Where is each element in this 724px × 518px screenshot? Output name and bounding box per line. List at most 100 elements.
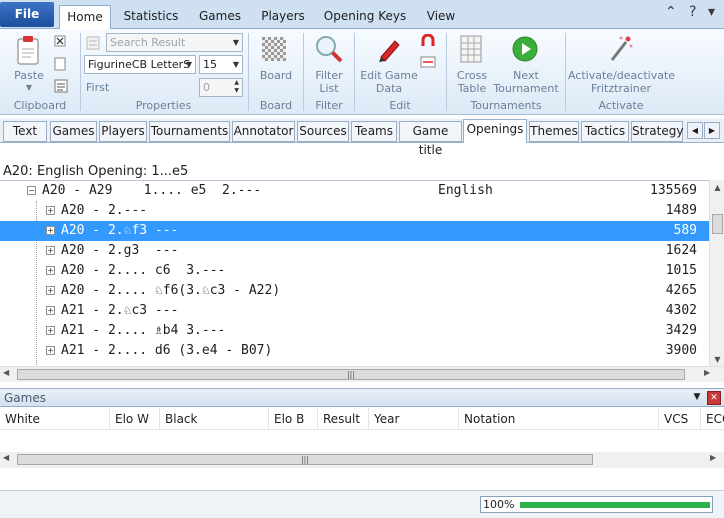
expand-icon[interactable]: +: [46, 286, 55, 295]
clipboard-list-icon[interactable]: [54, 79, 68, 96]
scroll-left-icon[interactable]: ◀: [3, 453, 9, 462]
clipboard-group-label: Clipboard: [13, 99, 67, 112]
tab-game-title[interactable]: Game title: [399, 121, 462, 157]
tab-tactics[interactable]: Tactics: [581, 121, 629, 142]
tree-row[interactable]: + A20 - 2.--- 1489: [0, 201, 709, 221]
tab-themes[interactable]: Themes: [529, 121, 579, 142]
edit-group-label: Edit: [389, 99, 411, 112]
cut-icon[interactable]: [54, 35, 66, 50]
edit-game-data-button[interactable]: Edit Game Data: [358, 69, 420, 95]
tree-row[interactable]: + A20 - 2.... ♘f6(3.♘c3 - A22) 4265: [0, 281, 709, 301]
tab-players[interactable]: Players: [99, 121, 147, 142]
expand-icon[interactable]: +: [46, 306, 55, 315]
help-icon[interactable]: ?: [689, 3, 696, 21]
scroll-up-icon[interactable]: ▲: [710, 180, 724, 195]
tab-teams[interactable]: Teams: [351, 121, 397, 142]
search-result-combo[interactable]: Search Result ▼: [106, 33, 243, 52]
search-result-icon: [86, 36, 100, 53]
paste-dropdown-icon[interactable]: ▼: [22, 81, 36, 94]
tree-row-count: 1015: [665, 263, 697, 278]
col-eco[interactable]: ECO: [701, 408, 724, 430]
col-black[interactable]: Black: [160, 408, 269, 430]
expand-icon[interactable]: +: [46, 226, 55, 235]
scroll-left-icon[interactable]: ◀: [3, 368, 9, 377]
close-icon[interactable]: ✕: [707, 391, 721, 405]
col-notation[interactable]: Notation: [459, 408, 659, 430]
tree-row[interactable]: + A20 - 2.g3 --- 1624: [0, 241, 709, 261]
tab-openings[interactable]: Openings: [463, 119, 527, 143]
expand-icon[interactable]: +: [46, 206, 55, 215]
tab-annotator[interactable]: Annotator: [232, 121, 295, 142]
col-year[interactable]: Year: [369, 408, 459, 430]
file-menu-button[interactable]: File: [0, 2, 54, 27]
edit-pencil-icon[interactable]: [375, 35, 403, 66]
database-tab-strip: Text Games Players Tournaments Annotator…: [0, 119, 724, 157]
expand-icon[interactable]: +: [46, 246, 55, 255]
tab-tournaments[interactable]: Tournaments: [149, 121, 230, 142]
tree-root-row[interactable]: − A20 - A29 1.... e5 2.--- English 13556…: [0, 181, 709, 201]
copy-icon[interactable]: [54, 57, 66, 74]
font-size-select[interactable]: 15 ▼: [199, 55, 243, 74]
cross-table-button[interactable]: Cross Table: [452, 69, 492, 95]
chevron-down-icon: ▼: [232, 38, 239, 47]
font-select[interactable]: FigurineCB LetterS ▼: [84, 55, 196, 74]
tab-sources[interactable]: Sources: [297, 121, 349, 142]
tab-statistics[interactable]: Statistics: [119, 5, 183, 29]
tab-games[interactable]: Games: [50, 121, 97, 142]
expand-icon[interactable]: +: [46, 326, 55, 335]
scroll-down-icon[interactable]: ▼: [710, 352, 724, 367]
scroll-tabs-left-icon[interactable]: ◀: [687, 122, 703, 139]
collapse-icon[interactable]: −: [27, 186, 36, 195]
scroll-tabs-right-icon[interactable]: ▶: [704, 122, 720, 139]
tree-row[interactable]: + A21 - 2.♘c3 --- 4302: [0, 301, 709, 321]
magnet-icon[interactable]: [420, 33, 436, 51]
tab-text[interactable]: Text: [3, 121, 47, 142]
board-icon[interactable]: [262, 37, 286, 64]
magic-wand-icon[interactable]: [606, 34, 634, 67]
tab-home[interactable]: Home: [59, 5, 111, 30]
games-horizontal-scrollbar[interactable]: ◀ ||| ▶: [0, 452, 724, 468]
tab-strategy[interactable]: Strategy: [631, 121, 683, 142]
activate-fritztrainer-button[interactable]: Activate/deactivate Fritztrainer: [568, 69, 675, 95]
cross-table-icon[interactable]: [460, 35, 482, 66]
col-result[interactable]: Result: [318, 408, 369, 430]
scroll-thumb[interactable]: |||: [17, 454, 593, 465]
col-white[interactable]: White: [0, 408, 110, 430]
tree-row[interactable]: + A20 - 2.... c6 3.--- 1015: [0, 261, 709, 281]
scroll-right-icon[interactable]: ▶: [704, 368, 710, 377]
tab-view[interactable]: View: [420, 5, 462, 29]
tree-row-count: 589: [673, 223, 697, 238]
scroll-thumb[interactable]: [712, 214, 723, 234]
next-tournament-icon[interactable]: [512, 36, 538, 65]
tab-opening-keys[interactable]: Opening Keys: [322, 5, 408, 29]
tree-horizontal-scrollbar[interactable]: ◀ ||| ▶: [0, 366, 724, 382]
col-elo-w[interactable]: Elo W: [110, 408, 160, 430]
tab-games[interactable]: Games: [194, 5, 246, 29]
filter-list-button[interactable]: Filter List: [306, 69, 352, 95]
tree-vertical-scrollbar[interactable]: ▲ ▼: [709, 180, 724, 368]
board-button[interactable]: Board: [254, 69, 298, 82]
col-vcs[interactable]: VCS: [659, 408, 701, 430]
filter-magnifier-icon[interactable]: [314, 34, 344, 67]
col-elo-b[interactable]: Elo B: [269, 408, 318, 430]
first-spinner[interactable]: 0 ▲ ▼: [199, 78, 243, 97]
minimize-ribbon-icon[interactable]: ⌃: [665, 3, 677, 21]
panel-menu-icon[interactable]: ▼: [690, 391, 704, 405]
next-tournament-button[interactable]: Next Tournament: [492, 69, 560, 95]
tree-row[interactable]: + A21 - 2.... d6 (3.e4 - B07) 3900: [0, 341, 709, 361]
tab-players[interactable]: Players: [256, 5, 310, 29]
ribbon-body: Paste ▼ Clipboard Search Result ▼ Figuri…: [0, 29, 724, 115]
expand-icon[interactable]: +: [46, 346, 55, 355]
tree-row-count: 3429: [665, 323, 697, 338]
progress-indicator: 100%: [480, 496, 713, 513]
tree-row[interactable]: + A21 - 2.... ♗b4 3.--- 3429: [0, 321, 709, 341]
scroll-right-icon[interactable]: ▶: [710, 453, 716, 462]
scroll-thumb[interactable]: |||: [17, 369, 685, 380]
options-icon[interactable]: ▾: [708, 3, 715, 21]
ribbon-tab-bar: File Home Statistics Games Players Openi…: [0, 0, 724, 30]
tree-row[interactable]: + A20 - 2.♘f3 --- 589: [0, 221, 709, 241]
paste-icon[interactable]: [16, 35, 40, 68]
games-column-headers: White Elo W Black Elo B Result Year Nota…: [0, 408, 724, 430]
expand-icon[interactable]: +: [46, 266, 55, 275]
swap-icon[interactable]: [420, 56, 436, 71]
